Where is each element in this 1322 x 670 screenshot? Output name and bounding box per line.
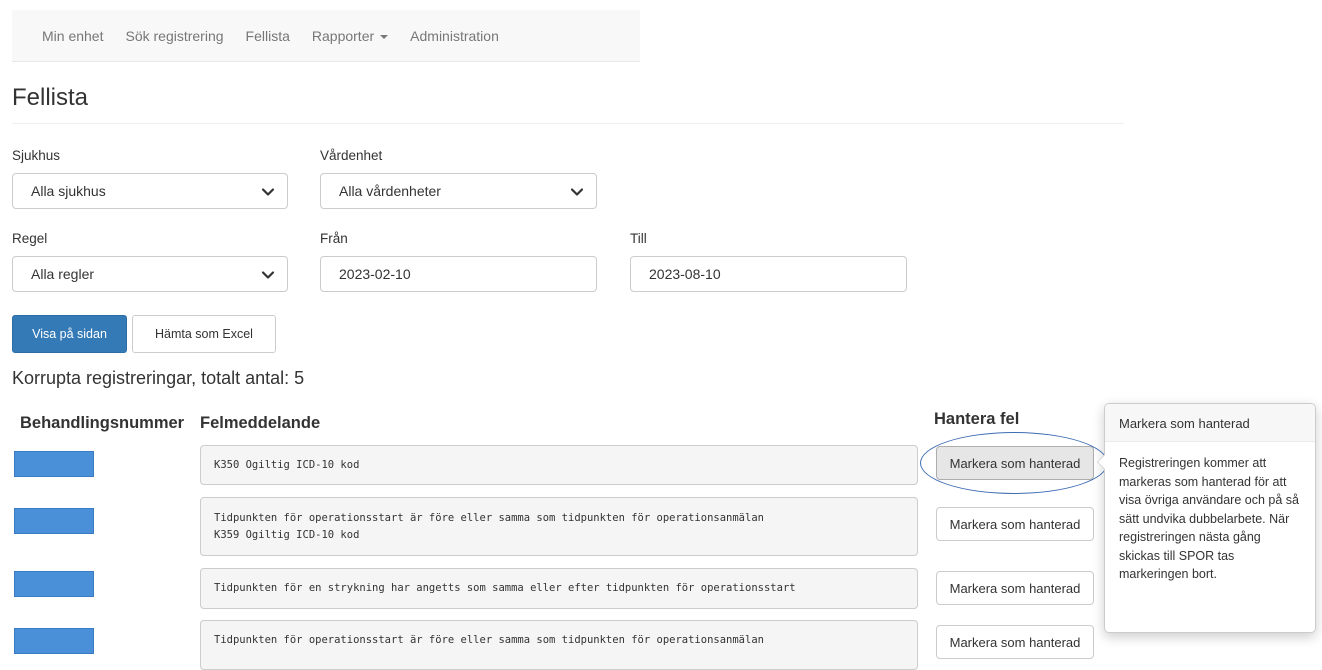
page-title: Fellista [12, 84, 89, 111]
error-message-line: Tidpunkten för operationsstart är före e… [214, 634, 764, 646]
nav-fellista[interactable]: Fellista [235, 28, 301, 44]
chevron-down-icon [570, 188, 584, 196]
vardenhet-label: Vårdenhet [320, 148, 383, 163]
regel-select-value: Alla regler [31, 266, 95, 282]
redacted-treatment-number [14, 628, 94, 654]
header-hantera-fel: Hantera fel [934, 410, 1020, 428]
fran-date-value: 2023-02-10 [339, 266, 411, 282]
error-message-box: K350 Ogiltig ICD-10 kod [200, 445, 918, 485]
till-date-value: 2023-08-10 [649, 266, 721, 282]
regel-label: Regel [12, 231, 48, 246]
mark-handled-button[interactable]: Markera som hanterad [936, 507, 1094, 541]
error-message-box: Tidpunkten för operationsstart är före e… [200, 497, 918, 556]
mark-handled-popover: Markera som hanterad Registreringen komm… [1097, 403, 1316, 633]
top-navbar: Min enhet Sök registrering Fellista Rapp… [12, 10, 640, 62]
mark-handled-button[interactable]: Markera som hanterad [936, 571, 1094, 605]
fran-label: Från [320, 231, 348, 246]
popover-title: Markera som hanterad [1105, 404, 1315, 442]
redacted-treatment-number [14, 571, 94, 597]
show-on-page-button[interactable]: Visa på sidan [12, 315, 127, 353]
corrupt-count-summary: Korrupta registreringar, totalt antal: 5 [12, 368, 305, 388]
redacted-treatment-number [14, 508, 94, 534]
sjukhus-label: Sjukhus [12, 148, 61, 163]
header-felmeddelande: Felmeddelande [200, 414, 321, 432]
popover-arrow [1097, 454, 1105, 470]
nav-rapporter-label: Rapporter [311, 27, 375, 44]
sjukhus-select[interactable]: Alla sjukhus [12, 173, 288, 209]
till-label: Till [630, 231, 647, 246]
nav-min-enhet[interactable]: Min enhet [12, 28, 114, 44]
fran-date-input[interactable]: 2023-02-10 [320, 256, 597, 292]
chevron-down-icon [261, 271, 275, 279]
sjukhus-select-value: Alla sjukhus [31, 183, 106, 199]
header-behandlingsnummer: Behandlingsnummer [20, 414, 185, 432]
error-message-box: Tidpunkten för operationsstart är före e… [200, 620, 918, 670]
till-date-input[interactable]: 2023-08-10 [630, 256, 907, 292]
nav-sok-registrering[interactable]: Sök registrering [114, 28, 234, 44]
redacted-treatment-number [14, 451, 94, 477]
vardenhet-select-value: Alla vårdenheter [339, 183, 441, 199]
regel-select[interactable]: Alla regler [12, 256, 288, 292]
error-message-line: Tidpunkten för en strykning har angetts … [214, 582, 796, 594]
mark-handled-button[interactable]: Markera som hanterad [936, 625, 1094, 659]
download-excel-button[interactable]: Hämta som Excel [132, 315, 276, 353]
caret-down-icon [380, 34, 389, 39]
nav-rapporter-dropdown[interactable]: Rapporter [301, 28, 399, 44]
error-message-line: K350 Ogiltig ICD-10 kod [214, 458, 360, 471]
nav-administration[interactable]: Administration [399, 28, 510, 44]
vardenhet-select[interactable]: Alla vårdenheter [320, 173, 597, 209]
error-message-line: Tidpunkten för operationsstart är före e… [214, 511, 764, 524]
title-divider [12, 123, 1124, 124]
popover-body: Registreringen kommer att markeras som h… [1119, 456, 1299, 581]
mark-handled-button[interactable]: Markera som hanterad [936, 446, 1094, 480]
error-message-box: Tidpunkten för en strykning har angetts … [200, 568, 918, 609]
chevron-down-icon [261, 188, 275, 196]
error-message-line: K359 Ogiltig ICD-10 kod [214, 528, 360, 541]
